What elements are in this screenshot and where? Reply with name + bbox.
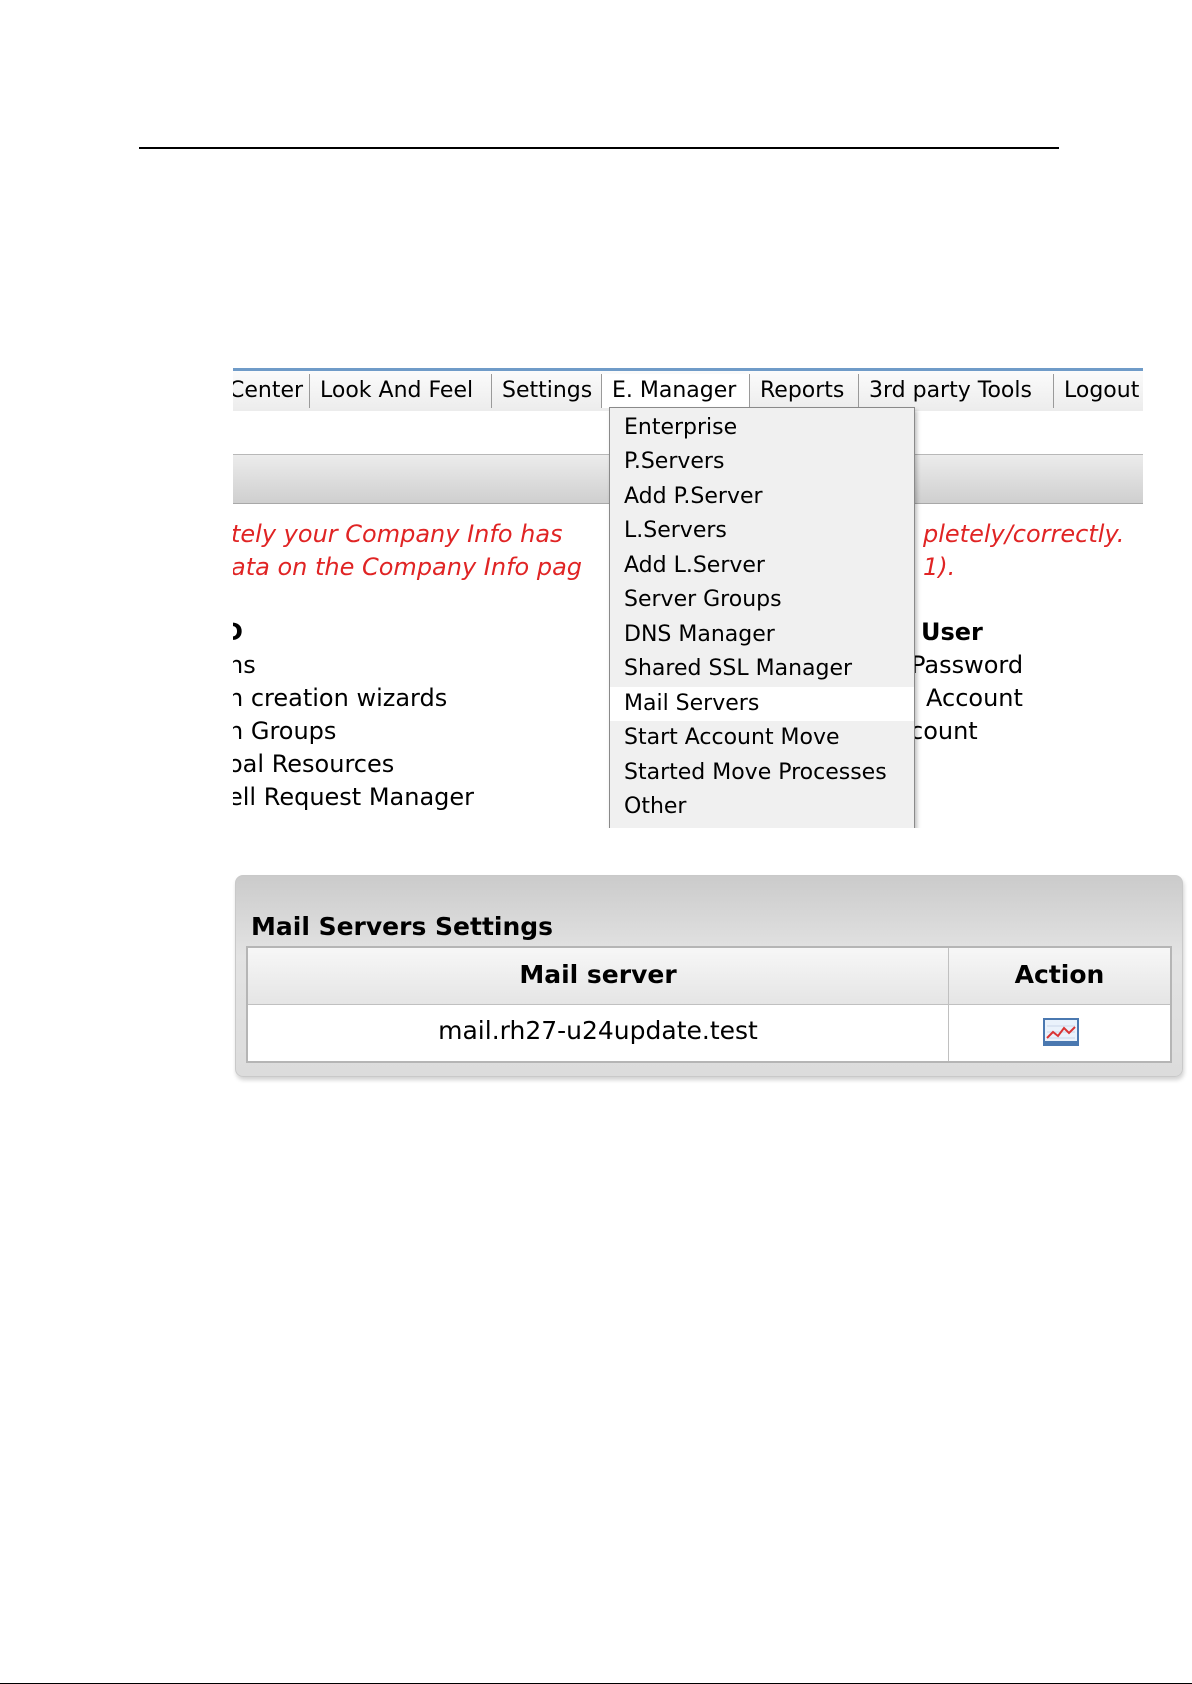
graph-icon[interactable]: [1043, 1018, 1079, 1046]
mail-servers-settings-panel: Mail Servers Settings Mail server Action…: [235, 875, 1183, 1077]
left-link[interactable]: oal Resources: [233, 750, 394, 778]
menu-item-dns-manager[interactable]: DNS Manager: [610, 618, 914, 652]
tab-look-and-feel[interactable]: Look And Feel: [310, 374, 492, 408]
column-header-action: Action: [1014, 960, 1105, 989]
tab-settings[interactable]: Settings: [492, 374, 602, 408]
left-link[interactable]: n Groups: [233, 717, 336, 745]
menu-bar: Center Look And Feel Settings E. Manager…: [233, 368, 1143, 411]
right-column-heading: User: [921, 618, 983, 646]
tab-logout[interactable]: Logout: [1054, 374, 1143, 408]
column-header-mail-server: Mail server: [519, 960, 677, 989]
menu-item-started-move-processes[interactable]: Started Move Processes: [610, 756, 914, 790]
right-link[interactable]: Account: [926, 684, 1023, 712]
menu-item-server-groups[interactable]: Server Groups: [610, 583, 914, 617]
menu-item-start-account-move[interactable]: Start Account Move: [610, 721, 914, 755]
left-link[interactable]: n creation wizards: [233, 684, 447, 712]
left-column-heading: D: [233, 618, 243, 646]
warning-line1-right: pletely/correctly.: [923, 520, 1125, 548]
tab-reports[interactable]: Reports: [750, 374, 859, 408]
left-link[interactable]: ell Request Manager: [233, 783, 474, 811]
menu-screenshot: Center Look And Feel Settings E. Manager…: [233, 368, 1143, 828]
page-top-rule: [139, 147, 1059, 149]
menu-item-add-l-server[interactable]: Add L.Server: [610, 549, 914, 583]
right-link[interactable]: Password: [911, 651, 1023, 679]
mail-server-name: mail.rh27-u24update.test: [438, 1016, 758, 1045]
warning-line2-left: ata on the Company Info pag: [233, 553, 583, 581]
panel-title: Mail Servers Settings: [251, 912, 554, 941]
warning-line1-left: tely your Company Info has: [233, 520, 563, 548]
menu-item-p-servers[interactable]: P.Servers: [610, 445, 914, 479]
tab-center[interactable]: Center: [233, 374, 310, 408]
menu-item-add-p-server[interactable]: Add P.Server: [610, 480, 914, 514]
menu-item-l-servers[interactable]: L.Servers: [610, 514, 914, 548]
right-link[interactable]: count: [910, 717, 978, 745]
tab-3rd-party-tools[interactable]: 3rd party Tools: [859, 374, 1054, 408]
tab-e-manager[interactable]: E. Manager: [602, 374, 750, 408]
warning-line2-right: 1).: [923, 553, 956, 581]
e-manager-dropdown: Enterprise P.Servers Add P.Server L.Serv…: [609, 407, 915, 828]
menu-item-other[interactable]: Other: [610, 790, 914, 824]
menu-item-enterprise[interactable]: Enterprise: [610, 411, 914, 445]
menu-item-mail-servers[interactable]: Mail Servers: [610, 687, 914, 721]
menu-item-shared-ssl-manager[interactable]: Shared SSL Manager: [610, 652, 914, 686]
mail-servers-table: Mail server Action mail.rh27-u24update.t…: [246, 946, 1172, 1063]
left-link[interactable]: ns: [233, 651, 256, 679]
